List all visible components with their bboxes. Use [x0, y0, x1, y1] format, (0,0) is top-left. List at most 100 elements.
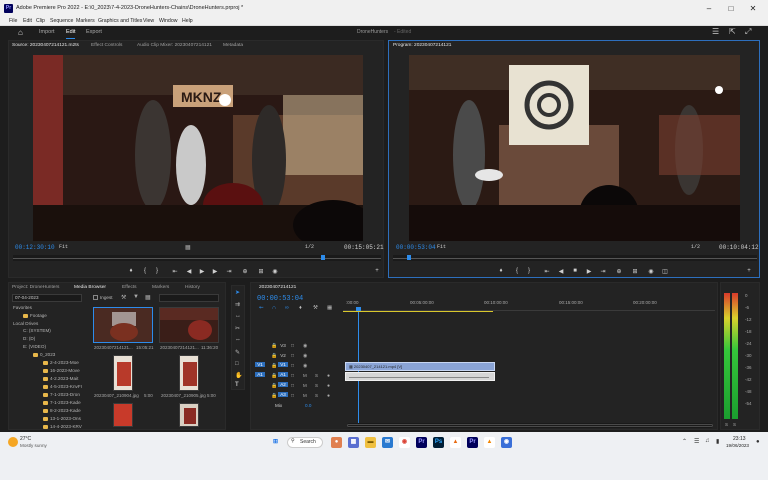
source-button-editor-icon[interactable]: +	[373, 268, 381, 274]
clock-date[interactable]: 19/06/2023	[726, 443, 749, 448]
tree-folder[interactable]: 4-2.2023-Mait	[43, 376, 78, 381]
chrome-icon[interactable]: ◉	[399, 437, 410, 448]
date-folder-field[interactable]: 07-04-2023	[12, 294, 82, 302]
tree-footage[interactable]: Footage	[23, 313, 47, 318]
app-blue-icon[interactable]: ◉	[501, 437, 512, 448]
tab-audio-clip-mixer[interactable]: Audio Clip Mixer: 20230407214121	[137, 43, 212, 48]
mark-out-icon[interactable]: }	[153, 268, 161, 274]
export-frame-icon[interactable]: ◉	[271, 268, 279, 275]
source-timecode[interactable]: 00:12:30:10	[15, 244, 55, 251]
mark-in-icon[interactable]: {	[141, 268, 149, 274]
program-video-frame[interactable]	[409, 55, 740, 241]
menu-clip[interactable]: Clip	[36, 18, 45, 24]
source-resolution[interactable]: 1/2	[305, 244, 314, 250]
tree-folder[interactable]: 8-2-2023-Kade	[43, 408, 81, 413]
prog-go-to-out-icon[interactable]: ⇥	[599, 268, 607, 275]
prog-step-back-icon[interactable]: ◀	[557, 268, 565, 275]
solo-right-button[interactable]: S	[733, 422, 736, 427]
app-icon[interactable]: ▲	[484, 437, 495, 448]
quick-export-icon[interactable]: ⇱	[729, 27, 736, 36]
menu-help[interactable]: Help	[182, 18, 193, 24]
task-view-icon[interactable]: ▦	[348, 437, 359, 448]
sync-lock-icon[interactable]: □	[291, 363, 294, 369]
mute-button[interactable]: M	[303, 393, 307, 398]
overwrite-icon[interactable]: ⊞	[257, 268, 265, 275]
sync-lock-icon[interactable]: □	[291, 353, 294, 359]
source-fit-select[interactable]: Fit	[59, 244, 68, 250]
type-tool-icon[interactable]: T	[235, 382, 239, 388]
maximize-icon[interactable]: □	[720, 2, 742, 15]
battery-icon[interactable]: ▮	[716, 438, 719, 445]
weather-temp[interactable]: 27°C	[20, 436, 31, 442]
media-thumb[interactable]	[113, 403, 133, 427]
stop-icon[interactable]: ■	[571, 268, 579, 274]
solo-button[interactable]: S	[315, 393, 318, 398]
close-icon[interactable]: ✕	[742, 2, 764, 15]
tree-drive-e[interactable]: E: (VIDEO)	[23, 344, 46, 349]
pen-tool-icon[interactable]: ✎	[235, 349, 240, 356]
prog-mark-in-icon[interactable]: {	[513, 268, 521, 274]
mail-icon[interactable]: ✉	[382, 437, 393, 448]
sync-lock-icon[interactable]: □	[291, 383, 294, 389]
eye-icon[interactable]: ◉	[303, 363, 307, 369]
prog-export-frame-icon[interactable]: ◉	[647, 268, 655, 275]
tree-folder[interactable]: 4-5-2023-KnvFI	[43, 384, 82, 389]
menu-edit[interactable]: Edit	[23, 18, 32, 24]
go-to-in-icon[interactable]: ⇤	[171, 268, 179, 275]
timeline-horizontal-scrollbar[interactable]	[347, 423, 713, 428]
lock-icon[interactable]: 🔒	[271, 353, 277, 359]
media-thumb[interactable]	[179, 355, 199, 391]
eye-icon[interactable]: ◉	[303, 353, 307, 359]
tab-program[interactable]: Program: 20230407214121	[393, 43, 451, 48]
rectangle-tool-icon[interactable]: □	[235, 361, 239, 367]
lock-icon[interactable]: 🔒	[271, 343, 277, 349]
mute-button[interactable]: M	[303, 383, 307, 388]
snap-icon[interactable]: ∩	[272, 305, 276, 311]
premiere-taskbar-icon-2[interactable]: Pr	[467, 437, 478, 448]
time-ruler[interactable]: :00:00 00:05:00:00 00:10:00:00 00:15:00:…	[343, 295, 715, 311]
directory-view-icon[interactable]: ▦	[145, 294, 151, 301]
vlc-icon[interactable]: ▲	[450, 437, 461, 448]
lock-icon[interactable]: 🔒	[271, 383, 277, 389]
tab-metadata[interactable]: Metadata	[223, 43, 243, 48]
lift-icon[interactable]: ⊕	[615, 268, 623, 275]
ripple-edit-tool-icon[interactable]: ↔	[235, 313, 241, 319]
add-marker-icon[interactable]: ♦	[127, 268, 135, 274]
tree-folder-2023[interactable]: 0_2023	[33, 352, 55, 357]
tree-folder[interactable]: 16-2023-Move	[43, 368, 80, 373]
tree-folder[interactable]: 7-1-2023-Dron	[43, 392, 80, 397]
voiceover-mic-icon[interactable]: ●	[327, 383, 330, 389]
weather-text[interactable]: Mostly sunny	[20, 443, 47, 448]
lock-icon[interactable]: 🔒	[271, 363, 277, 369]
program-scrub-bar[interactable]	[393, 255, 757, 261]
timeline-settings-icon[interactable]: ⚒	[313, 305, 318, 311]
source-playhead[interactable]	[321, 255, 325, 260]
premiere-taskbar-icon[interactable]: Pr	[416, 437, 427, 448]
menu-file[interactable]: File	[9, 18, 17, 24]
linked-selection-icon[interactable]: ∞	[285, 305, 289, 311]
hand-tool-icon[interactable]: ✋	[235, 372, 242, 379]
prog-mark-out-icon[interactable]: }	[525, 268, 533, 274]
lock-icon[interactable]: 🔒	[271, 373, 277, 379]
media-thumb[interactable]	[113, 355, 133, 391]
solo-button[interactable]: S	[315, 383, 318, 388]
home-icon[interactable]: ⌂	[18, 28, 23, 37]
solo-button[interactable]: S	[315, 373, 318, 378]
tree-folder[interactable]: 13-1-2023-Ons	[43, 416, 81, 421]
insert-icon[interactable]: ⊕	[241, 268, 249, 275]
tab-effect-controls[interactable]: Effect Controls	[91, 43, 122, 48]
program-fit-select[interactable]: Fit	[437, 244, 446, 250]
sync-lock-icon[interactable]: □	[291, 373, 294, 379]
solo-left-button[interactable]: S	[725, 422, 728, 427]
sync-lock-icon[interactable]: □	[291, 393, 294, 399]
source-settings-icon[interactable]: ▦	[185, 244, 191, 251]
timeline-marker-icon[interactable]: ♦	[299, 305, 302, 311]
volume-icon[interactable]: ♫	[705, 438, 710, 444]
voiceover-mic-icon[interactable]: ●	[327, 393, 330, 399]
source-patch-v1[interactable]: V1	[255, 362, 265, 367]
captions-icon[interactable]: ▦	[327, 305, 332, 311]
play-icon[interactable]: ▶	[198, 268, 206, 275]
source-video-frame[interactable]: MKNZ	[33, 55, 363, 241]
tree-folder[interactable]: 2-4-2023-Moe	[43, 360, 79, 365]
tree-favorites[interactable]: Favorites	[13, 305, 32, 310]
